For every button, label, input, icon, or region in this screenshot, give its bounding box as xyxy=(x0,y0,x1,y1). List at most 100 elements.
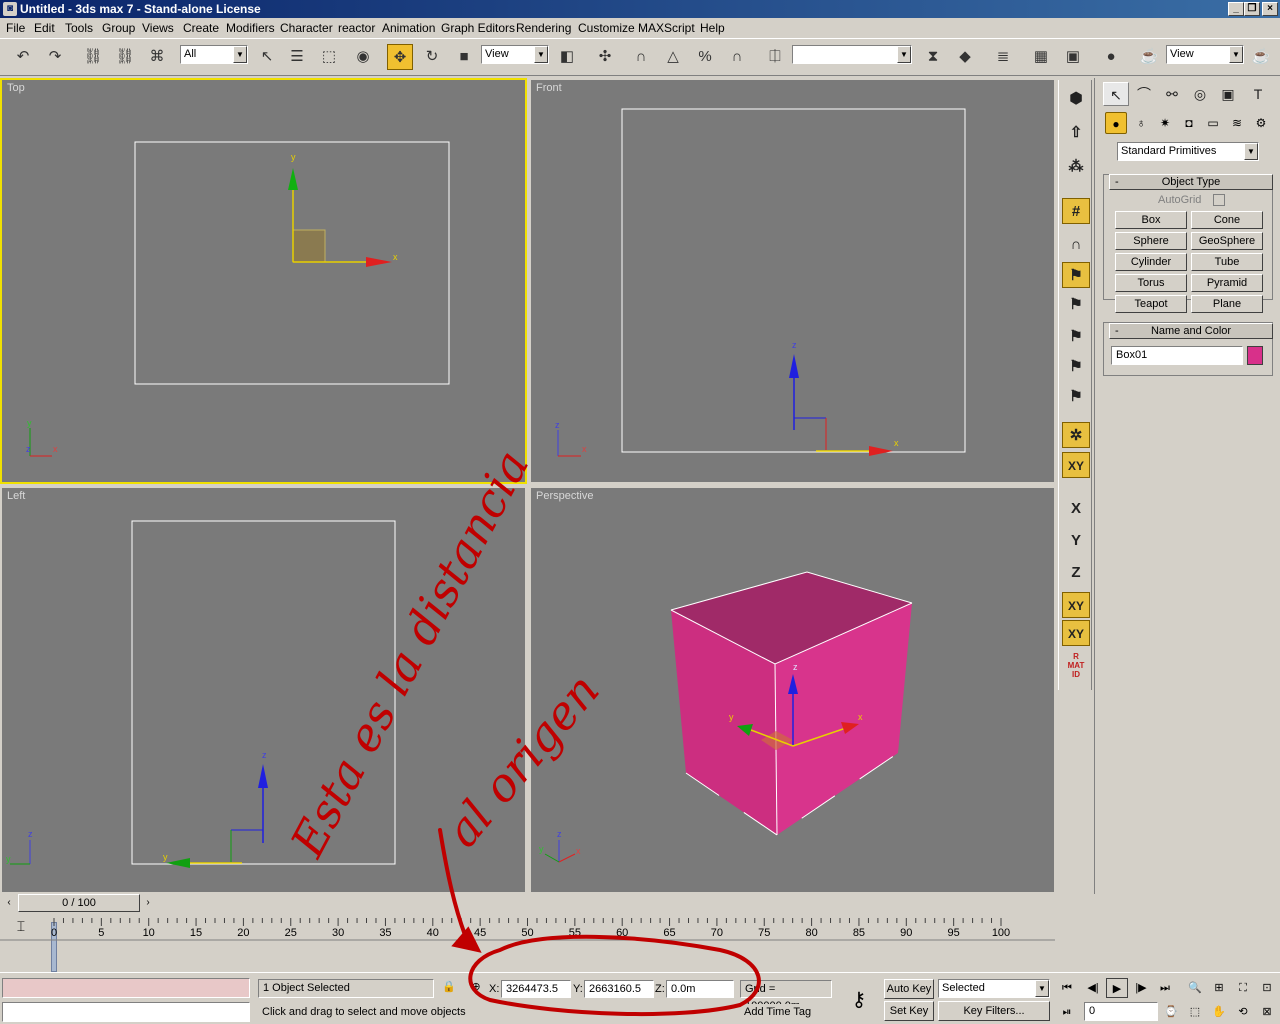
maxscript-listener-mini[interactable] xyxy=(2,978,250,998)
maximize-button[interactable]: ❐ xyxy=(1244,2,1260,16)
select-and-link-icon[interactable]: ⛓ xyxy=(80,44,106,70)
spacewarps-icon[interactable]: ≋ xyxy=(1226,112,1248,134)
menu-create[interactable]: Create xyxy=(183,20,219,36)
constraint-xy-top-icon[interactable]: XY xyxy=(1062,452,1090,478)
constrain-xy-icon[interactable]: XY xyxy=(1062,592,1090,618)
undo-icon[interactable]: ↶ xyxy=(10,44,36,70)
snap-flag-4-icon[interactable]: ⚑ xyxy=(1062,354,1090,380)
primitive-category-dropdown[interactable]: Standard Primitives ▼ xyxy=(1117,142,1259,161)
menu-animation[interactable]: Animation xyxy=(382,20,435,36)
constrain-z-icon[interactable]: Z xyxy=(1062,560,1090,586)
object-color-swatch[interactable] xyxy=(1247,346,1263,365)
curve-editor-icon[interactable]: ▦ xyxy=(1028,44,1054,70)
sphere-button[interactable]: Sphere xyxy=(1115,232,1187,250)
key-filters-button[interactable]: Key Filters... xyxy=(938,1001,1050,1021)
percent-snap-icon[interactable]: % xyxy=(692,44,718,70)
track-bar[interactable]: ⌶ 0 5 10 15 20 25 30 35 40 45 50 55 60 65 70 75 80 85 90 95… xyxy=(0,914,1055,972)
cylinder-button[interactable]: Cylinder xyxy=(1115,253,1187,271)
viewport-perspective[interactable]: Perspective z x y z x y xyxy=(529,486,1056,894)
teapot-button[interactable]: Teapot xyxy=(1115,295,1187,313)
key-mode-toggle-icon[interactable]: ⏯ xyxy=(1056,1002,1078,1022)
menu-customize[interactable]: Customize xyxy=(578,20,635,36)
lock-icon[interactable]: 🔒 xyxy=(442,980,456,996)
bind-space-warp-icon[interactable]: ⌘ xyxy=(144,44,170,70)
tube-button[interactable]: Tube xyxy=(1191,253,1263,271)
snap-flag-5-icon[interactable]: ⚑ xyxy=(1062,384,1090,410)
add-time-tag[interactable]: Add Time Tag xyxy=(740,1004,832,1023)
unlink-icon[interactable]: ⛓ xyxy=(112,44,138,70)
layer-manager-icon[interactable]: ≣ xyxy=(990,44,1016,70)
go-to-start-icon[interactable]: ⏮ xyxy=(1056,978,1078,998)
z-coordinate-field[interactable]: 0.0m xyxy=(666,980,734,998)
align-icon[interactable]: ◆ xyxy=(952,44,978,70)
pivot-center-icon[interactable]: ◧ xyxy=(554,44,580,70)
grid-snap-icon[interactable]: # xyxy=(1062,198,1090,224)
autogrid-checkbox[interactable] xyxy=(1213,194,1225,206)
snap-flag-3-icon[interactable]: ⚑ xyxy=(1062,324,1090,350)
close-button[interactable]: × xyxy=(1262,2,1278,16)
box-button[interactable]: Box xyxy=(1115,211,1187,229)
render-type-dropdown[interactable]: View ▼ xyxy=(1166,45,1244,64)
select-and-move-icon[interactable]: ✥ xyxy=(387,44,413,70)
select-and-scale-icon[interactable]: ■ xyxy=(451,44,477,70)
minimize-button[interactable]: _ xyxy=(1228,2,1244,16)
menu-file[interactable]: File xyxy=(6,20,25,36)
geometry-icon[interactable]: ● xyxy=(1105,112,1127,134)
snaps-toggle-icon[interactable]: ∩ xyxy=(628,44,654,70)
select-by-name-icon[interactable]: ☰ xyxy=(284,44,310,70)
region-zoom-icon[interactable]: ⬚ xyxy=(1184,1002,1206,1022)
play-icon[interactable]: ▶ xyxy=(1106,978,1128,998)
menu-maxscript[interactable]: MAXScript xyxy=(638,20,695,36)
key-mode-dropdown[interactable]: Selected ▼ xyxy=(938,979,1050,998)
material-editor-icon[interactable]: ● xyxy=(1098,44,1124,70)
select-and-rotate-icon[interactable]: ↻ xyxy=(419,44,445,70)
helpers-icon[interactable]: ▭ xyxy=(1202,112,1224,134)
utilities-tab-icon[interactable]: T xyxy=(1245,82,1271,106)
motion-tab-icon[interactable]: ◎ xyxy=(1187,82,1213,106)
pyramid-button[interactable]: Pyramid xyxy=(1191,274,1263,292)
y-coordinate-field[interactable]: 2663160.5 xyxy=(584,980,654,998)
snap-flag-icon[interactable]: ⚑ xyxy=(1062,262,1090,288)
menu-graph-editors[interactable]: Graph Editors xyxy=(441,20,515,36)
set-key-button[interactable]: Set Key xyxy=(884,1001,934,1021)
menu-views[interactable]: Views xyxy=(142,20,174,36)
menu-rendering[interactable]: Rendering xyxy=(516,20,571,36)
constrain-x-icon[interactable]: X xyxy=(1062,496,1090,522)
object-name-field[interactable]: Box01 xyxy=(1111,346,1243,365)
spinner-snap-icon[interactable]: ∩ xyxy=(724,44,750,70)
quick-render-icon[interactable]: ☕ xyxy=(1248,44,1274,70)
window-crossing-icon[interactable]: ◉ xyxy=(350,44,376,70)
menu-help[interactable]: Help xyxy=(700,20,725,36)
zoom-icon[interactable]: 🔍 xyxy=(1184,978,1206,998)
torus-button[interactable]: Torus xyxy=(1115,274,1187,292)
render-scene-icon[interactable]: ☕ xyxy=(1136,44,1162,70)
current-frame-field[interactable]: 0 xyxy=(1084,1002,1158,1021)
time-slider[interactable]: ‹ 0 / 100 › xyxy=(0,894,1055,912)
plane-button[interactable]: Plane xyxy=(1191,295,1263,313)
pan-hand-icon[interactable]: ✋ xyxy=(1208,1002,1230,1022)
manipulate-icon[interactable]: ✣ xyxy=(592,44,618,70)
select-object-icon[interactable]: ↖ xyxy=(254,44,280,70)
cylinder-stack-icon[interactable]: ⇧ xyxy=(1062,120,1090,146)
zoom-extents-all-icon[interactable]: ⊡ xyxy=(1256,978,1278,998)
viewport-top[interactable]: Top y x y x z xyxy=(0,78,527,484)
key-icon[interactable]: ⚷ xyxy=(842,987,876,1011)
hierarchy-tab-icon[interactable]: ⚯ xyxy=(1159,82,1185,106)
menu-reactor[interactable]: reactor xyxy=(338,20,375,36)
cone-button[interactable]: Cone xyxy=(1191,211,1263,229)
menu-modifiers[interactable]: Modifiers xyxy=(226,20,275,36)
menu-edit[interactable]: Edit xyxy=(34,20,55,36)
chevron-right-icon[interactable]: › xyxy=(141,895,155,911)
display-tab-icon[interactable]: ▣ xyxy=(1215,82,1241,106)
time-slider-thumb[interactable]: 0 / 100 xyxy=(18,894,140,912)
edit-named-selection-icon[interactable]: ⎅ xyxy=(762,44,788,70)
systems-icon[interactable]: ⚙ xyxy=(1250,112,1272,134)
reference-coordinate-dropdown[interactable]: View ▼ xyxy=(481,45,549,64)
menu-tools[interactable]: Tools xyxy=(65,20,93,36)
rectangular-selection-icon[interactable]: ⬚ xyxy=(316,44,342,70)
go-to-end-icon[interactable]: ⏭ xyxy=(1154,978,1176,998)
chevron-left-icon[interactable]: ‹ xyxy=(2,895,16,911)
redo-icon[interactable]: ↷ xyxy=(42,44,68,70)
arc-rotate-icon[interactable]: ⟲ xyxy=(1232,1002,1254,1022)
viewport-front[interactable]: Front z x z x xyxy=(529,78,1056,484)
